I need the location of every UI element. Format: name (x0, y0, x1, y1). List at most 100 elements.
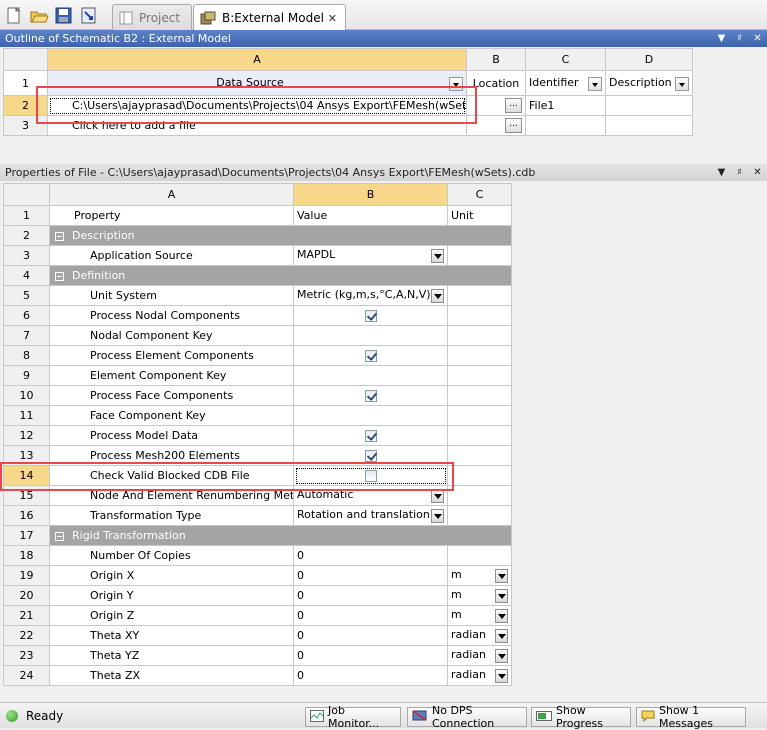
filter-icon[interactable] (675, 76, 689, 91)
chevron-down-icon[interactable] (495, 649, 508, 663)
value-checkbox-cell[interactable] (293, 465, 448, 486)
chevron-down-icon[interactable] (495, 609, 508, 623)
location-header[interactable]: Location (466, 70, 526, 96)
value-input[interactable] (293, 365, 448, 386)
chevron-down-icon[interactable] (431, 249, 444, 263)
value-input[interactable] (293, 405, 448, 426)
table-row[interactable]: 2 C:\Users\ajayprasad\Documents\Projects… (3, 95, 693, 116)
value-dropdown[interactable]: Automatic (293, 485, 448, 506)
unit-dropdown[interactable]: radian (447, 665, 512, 686)
dps-connection-button[interactable]: No DPS Connection (407, 704, 527, 730)
job-monitor-button[interactable]: Job Monitor... (305, 704, 401, 730)
pin-icon[interactable]: ♯ (734, 164, 745, 181)
table-row[interactable]: 7 Nodal Component Key (3, 325, 512, 346)
browse-button[interactable]: ... (505, 98, 522, 113)
col-header-b[interactable]: B (466, 48, 526, 71)
value-input[interactable]: 0 (293, 545, 448, 566)
save-button[interactable] (53, 5, 73, 25)
table-row[interactable]: 13 Process Mesh200 Elements (3, 445, 512, 466)
checkbox[interactable] (364, 429, 377, 442)
tab-external-model[interactable]: B:External Model ✕ (193, 4, 346, 31)
file-path-cell[interactable]: C:\Users\ajayprasad\Documents\Projects\0… (47, 95, 467, 116)
identifier-cell[interactable]: File1 (525, 95, 606, 116)
table-row[interactable]: 5 Unit System Metric (kg,m,s,°C,A,N,V) (3, 285, 512, 306)
collapse-icon[interactable] (55, 531, 64, 541)
description-cell[interactable] (605, 115, 693, 136)
location-cell[interactable]: ... (466, 95, 526, 116)
col-header-c[interactable]: C (447, 183, 512, 206)
table-row[interactable]: 11 Face Component Key (3, 405, 512, 426)
chevron-down-icon[interactable] (431, 509, 444, 523)
table-row[interactable]: 15 Node And Element Renumbering Method Aut… (3, 485, 512, 506)
location-cell[interactable]: ... (466, 115, 526, 136)
checkbox[interactable] (364, 309, 377, 322)
description-cell[interactable] (605, 95, 693, 116)
close-panel-icon[interactable]: ✕ (752, 164, 763, 181)
filter-icon[interactable] (588, 76, 602, 91)
category-cell[interactable]: Description (49, 225, 512, 246)
value-input[interactable]: 0 (293, 665, 448, 686)
table-row[interactable]: 18 Number Of Copies 0 (3, 545, 512, 566)
unit-dropdown[interactable]: m (447, 565, 512, 586)
unit-dropdown[interactable]: radian (447, 625, 512, 646)
value-checkbox-cell[interactable] (293, 425, 448, 446)
value-dropdown[interactable]: Metric (kg,m,s,°C,A,N,V) (293, 285, 448, 306)
col-header-d[interactable]: D (605, 48, 693, 71)
col-header-c[interactable]: C (525, 48, 606, 71)
value-checkbox-cell[interactable] (293, 385, 448, 406)
checkbox[interactable] (364, 389, 377, 402)
col-header-b[interactable]: B (293, 183, 448, 206)
category-cell[interactable]: Definition (49, 265, 512, 286)
tab-project[interactable]: Project (112, 4, 192, 30)
value-input[interactable]: 0 (293, 605, 448, 626)
value-input[interactable]: 0 (293, 565, 448, 586)
new-project-button[interactable] (3, 5, 23, 25)
checkbox[interactable] (364, 349, 377, 362)
table-row[interactable]: 3 Click here to add a file ... (3, 115, 693, 136)
identifier-cell[interactable] (525, 115, 606, 136)
chevron-down-icon[interactable] (495, 589, 508, 603)
value-input[interactable]: 0 (293, 645, 448, 666)
table-row[interactable]: 23 Theta YZ 0 radian (3, 645, 512, 666)
chevron-down-icon[interactable] (495, 629, 508, 643)
close-panel-icon[interactable]: ✕ (752, 30, 763, 47)
chevron-down-icon[interactable] (431, 489, 444, 503)
table-row[interactable]: 10 Process Face Components (3, 385, 512, 406)
category-cell[interactable]: Rigid Transformation (49, 525, 512, 546)
value-dropdown[interactable]: MAPDL (293, 245, 448, 266)
identifier-header[interactable]: Identifier (525, 70, 606, 96)
chevron-down-icon[interactable] (495, 569, 508, 583)
value-input[interactable]: 0 (293, 585, 448, 606)
value-checkbox-cell[interactable] (293, 305, 448, 326)
close-tab-icon[interactable]: ✕ (328, 12, 337, 25)
table-row[interactable]: 20 Origin Y0m (3, 585, 512, 606)
unit-dropdown[interactable]: m (447, 585, 512, 606)
open-project-button[interactable] (28, 5, 49, 25)
table-row[interactable]: 9 Element Component Key (3, 365, 512, 386)
value-input[interactable] (293, 325, 448, 346)
show-progress-button[interactable]: Show Progress (531, 704, 631, 730)
table-row[interactable]: 22 Theta XY 0 radian (3, 625, 512, 646)
category-row[interactable]: 17 Rigid Transformation (3, 525, 512, 546)
value-input[interactable]: 0 (293, 625, 448, 646)
import-button[interactable] (78, 5, 98, 25)
value-dropdown[interactable]: Rotation and translation (293, 505, 448, 526)
filter-icon[interactable] (449, 76, 463, 91)
collapse-icon[interactable] (55, 231, 64, 241)
value-checkbox-cell[interactable] (293, 445, 448, 466)
table-row[interactable]: 19 Origin X0m (3, 565, 512, 586)
collapse-icon[interactable] (55, 271, 64, 281)
value-checkbox-cell[interactable] (293, 345, 448, 366)
checkbox[interactable] (364, 469, 377, 482)
table-row[interactable]: 8 Process Element Components (3, 345, 512, 366)
chevron-down-icon[interactable] (431, 289, 444, 303)
description-header[interactable]: Description (605, 70, 693, 96)
add-file-cell[interactable]: Click here to add a file (47, 115, 467, 136)
unit-dropdown[interactable]: radian (447, 645, 512, 666)
table-row[interactable]: 14 Check Valid Blocked CDB File (3, 465, 512, 486)
checkbox[interactable] (364, 449, 377, 462)
browse-button[interactable]: ... (505, 118, 522, 133)
data-source-header[interactable]: Data Source (47, 70, 467, 96)
unit-dropdown[interactable]: m (447, 605, 512, 626)
col-header-a[interactable]: A (49, 183, 294, 206)
